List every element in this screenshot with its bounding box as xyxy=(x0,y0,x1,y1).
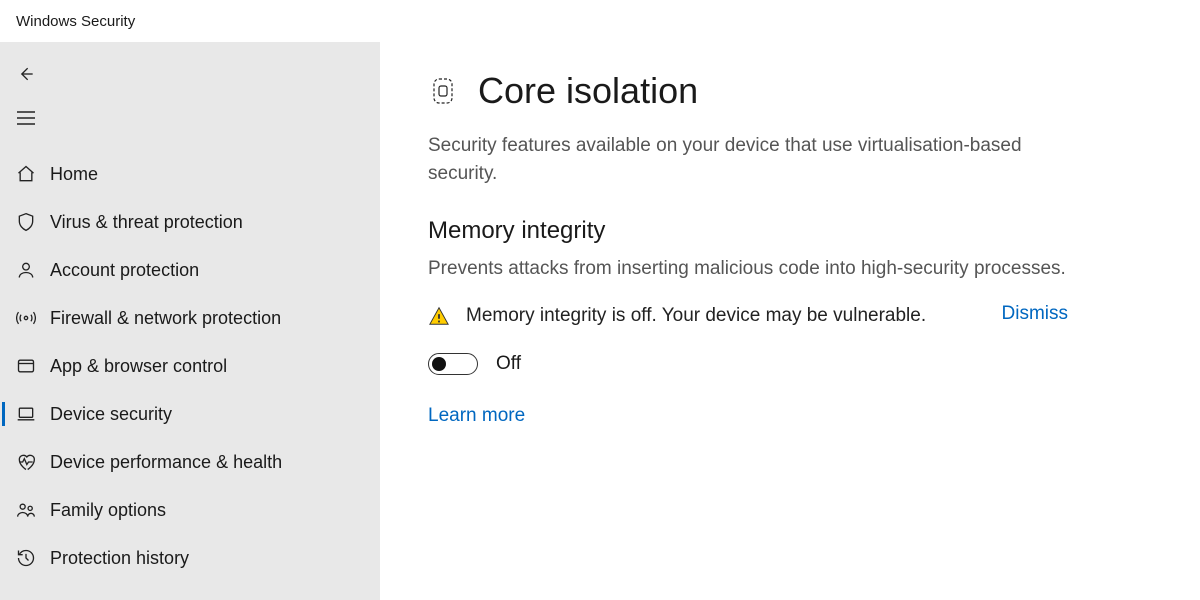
warning-icon xyxy=(428,305,452,327)
sidebar-item-firewall[interactable]: Firewall & network protection xyxy=(0,294,380,342)
sidebar-item-label: Account protection xyxy=(50,260,199,281)
sidebar-item-label: Device performance & health xyxy=(50,452,282,473)
menu-button[interactable] xyxy=(0,96,380,140)
people-icon xyxy=(16,500,50,520)
main-content: Core isolation Security features availab… xyxy=(380,42,1200,600)
memory-integrity-toggle[interactable] xyxy=(428,353,478,375)
sidebar-item-history[interactable]: Protection history xyxy=(0,534,380,582)
back-arrow-icon xyxy=(16,64,46,84)
sidebar-item-family[interactable]: Family options xyxy=(0,486,380,534)
history-icon xyxy=(16,548,50,568)
app-window-icon xyxy=(16,356,50,376)
dismiss-link[interactable]: Dismiss xyxy=(1002,303,1069,325)
toggle-knob xyxy=(432,357,446,371)
nav-list: Home Virus & threat protection Account p… xyxy=(0,150,380,582)
section-description: Prevents attacks from inserting maliciou… xyxy=(428,255,1068,283)
toggle-state-label: Off xyxy=(496,353,521,375)
sidebar-item-label: Firewall & network protection xyxy=(50,308,281,329)
sidebar-item-performance[interactable]: Device performance & health xyxy=(0,438,380,486)
learn-more-link[interactable]: Learn more xyxy=(428,405,1152,427)
sidebar: Home Virus & threat protection Account p… xyxy=(0,42,380,600)
sidebar-item-label: Virus & threat protection xyxy=(50,212,243,233)
alert-text: Memory integrity is off. Your device may… xyxy=(466,303,948,330)
page-description: Security features available on your devi… xyxy=(428,132,1068,187)
warning-alert: Memory integrity is off. Your device may… xyxy=(428,303,1068,330)
heart-pulse-icon xyxy=(16,452,50,472)
antenna-icon xyxy=(16,308,50,328)
sidebar-item-home[interactable]: Home xyxy=(0,150,380,198)
page-header: Core isolation xyxy=(428,70,1152,112)
hamburger-icon xyxy=(16,110,46,126)
sidebar-item-virus[interactable]: Virus & threat protection xyxy=(0,198,380,246)
sidebar-item-label: Home xyxy=(50,164,98,185)
sidebar-item-label: Protection history xyxy=(50,548,189,569)
titlebar: Windows Security xyxy=(0,0,1200,42)
shield-icon xyxy=(16,212,50,232)
sidebar-item-appbrowser[interactable]: App & browser control xyxy=(0,342,380,390)
sidebar-item-label: Family options xyxy=(50,500,166,521)
sidebar-item-device[interactable]: Device security xyxy=(0,390,380,438)
sidebar-item-account[interactable]: Account protection xyxy=(0,246,380,294)
page-title: Core isolation xyxy=(478,70,698,112)
back-button[interactable] xyxy=(0,52,380,96)
section-title: Memory integrity xyxy=(428,217,1152,245)
memory-integrity-toggle-row: Off xyxy=(428,353,1152,375)
home-icon xyxy=(16,164,50,184)
sidebar-item-label: App & browser control xyxy=(50,356,227,377)
person-icon xyxy=(16,260,50,280)
chip-icon xyxy=(428,74,458,108)
app-title: Windows Security xyxy=(16,13,135,30)
sidebar-item-label: Device security xyxy=(50,404,172,425)
laptop-icon xyxy=(16,404,50,424)
